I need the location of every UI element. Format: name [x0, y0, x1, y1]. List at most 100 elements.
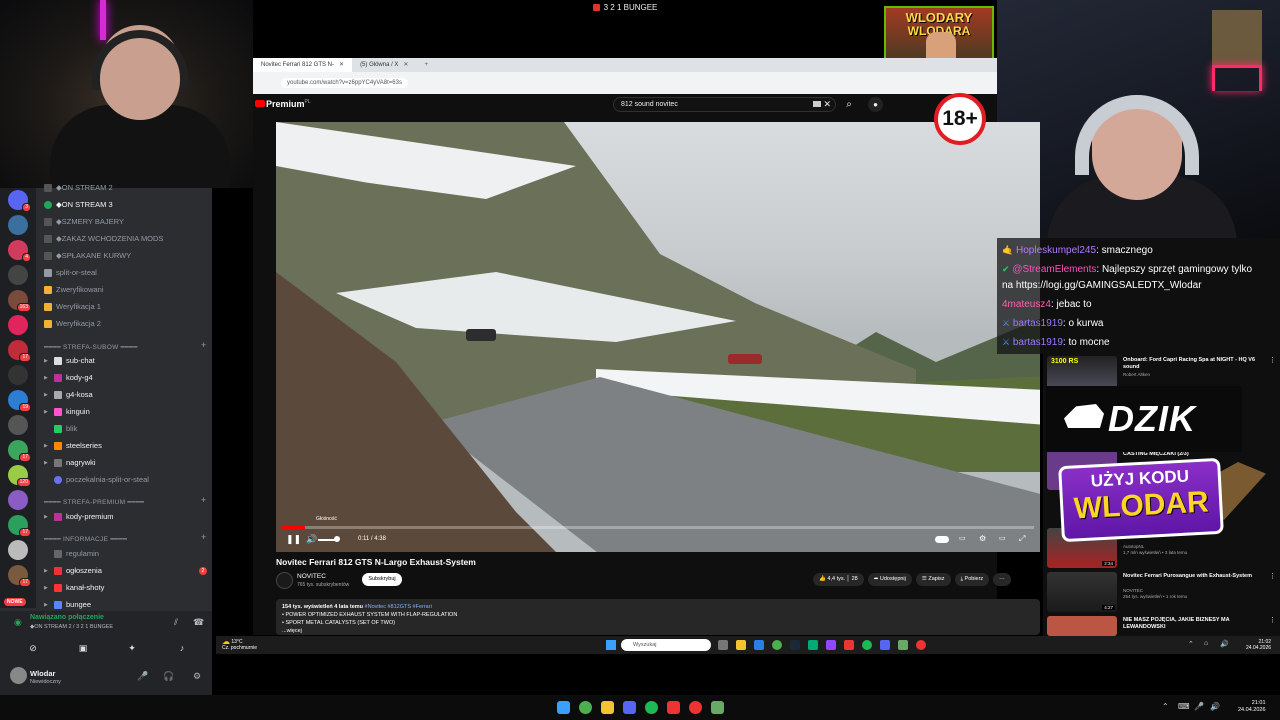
channel-text[interactable]: ▶ nagrywki — [44, 456, 96, 470]
share-button[interactable]: ➦ Udostępnij — [867, 573, 912, 586]
noise-suppression-icon[interactable]: ⫽ — [174, 617, 178, 628]
channel-text[interactable]: ▶ kody-premium — [44, 510, 114, 524]
server-icon[interactable]: 17 — [8, 515, 31, 537]
channel-voice[interactable]: ◆SPŁAKANE KURWY — [44, 249, 131, 263]
gear-icon[interactable]: ⚙ — [193, 671, 201, 682]
windows-start-icon[interactable] — [557, 701, 570, 714]
mic-icon[interactable]: 🎤 — [137, 671, 148, 682]
server-icon[interactable]: 19 — [8, 390, 31, 412]
recommendation-title[interactable]: NIE MASZ POJĘCIA, JAKIE BIZNESY MA LEWAN… — [1123, 617, 1263, 631]
recommendation-item[interactable]: 4:27 Novitec Ferrari Purosangue with Exh… — [1047, 572, 1279, 612]
more-actions-button[interactable]: ⋯ — [993, 573, 1011, 586]
channel-name[interactable]: NOVITEC — [297, 573, 326, 580]
close-icon[interactable]: ✕ — [339, 58, 344, 72]
spotify-icon[interactable] — [862, 640, 872, 650]
headphones-icon[interactable]: 🎧 — [163, 671, 174, 682]
settings-icon[interactable]: ⚙ — [979, 534, 986, 543]
disconnect-icon[interactable]: ☎ — [193, 617, 204, 628]
app-icon[interactable] — [711, 701, 724, 714]
channel-text[interactable]: ▶ steelseries — [44, 439, 102, 453]
channel-voice[interactable]: split-or-steal — [44, 266, 97, 280]
keyboard-icon[interactable]: ⌨ — [1178, 702, 1190, 711]
channel-text[interactable]: ▶ kinguin — [44, 405, 90, 419]
category-strefa-premium[interactable]: ━━━━ STREFA-PREMIUM ━━━━ — [44, 498, 144, 506]
more-icon[interactable]: ⋮ — [1269, 572, 1276, 580]
miniplayer-icon[interactable]: ▭ — [999, 534, 1006, 542]
search-icon[interactable]: ⌕ — [840, 97, 858, 112]
video-thumbnail[interactable]: 4:27 — [1047, 572, 1117, 612]
chrome-icon[interactable] — [772, 640, 782, 650]
save-button[interactable]: ☰ Zapisz — [915, 573, 951, 586]
server-icon[interactable]: 4 — [8, 240, 31, 262]
channel-text[interactable]: ▶ kanał-shoty — [44, 581, 104, 595]
video-player[interactable] — [276, 122, 1040, 552]
fullscreen-icon[interactable]: ⤢ — [1019, 534, 1025, 544]
channel-text[interactable]: ▶ bungee — [44, 598, 91, 612]
server-icon[interactable]: 17 — [8, 440, 31, 462]
category-informacje[interactable]: ━━━━ INFORMACJE ━━━━ — [44, 535, 127, 543]
app-icon[interactable] — [808, 640, 818, 650]
discord-icon[interactable] — [623, 701, 636, 714]
soundboard-icon[interactable]: ♪ — [167, 643, 197, 653]
recommendation-title[interactable]: Onboard: Ford Capri Racing Spa at NIGHT … — [1123, 357, 1263, 371]
plus-icon[interactable]: + — [201, 340, 206, 350]
clock[interactable]: 21:01 24.04.2026 — [1238, 700, 1266, 714]
channel-voice[interactable]: ◆SZMERY BAJERY — [44, 215, 124, 229]
video-description[interactable]: 154 tys. wyświetleń 4 lata temu #Novitec… — [276, 599, 1040, 635]
recommendation-item[interactable]: NIE MASZ POJĘCIA, JAKIE BIZNESY MA LEWAN… — [1047, 616, 1279, 636]
file-explorer-icon[interactable] — [736, 640, 746, 650]
server-icon[interactable] — [8, 540, 28, 560]
chevron-up-icon[interactable]: ⌃ — [1162, 702, 1169, 711]
channel-text[interactable]: regulamin — [44, 547, 99, 561]
chevron-up-icon[interactable]: ⌃ — [1188, 640, 1194, 648]
screen-share-icon[interactable]: ▣ — [68, 643, 98, 654]
spotify-icon[interactable] — [645, 701, 658, 714]
server-icon[interactable] — [8, 215, 28, 235]
download-button[interactable]: ⤓ Pobierz — [954, 573, 990, 586]
more-icon[interactable]: ⋮ — [1269, 616, 1276, 624]
channel-text[interactable]: Zweryfikowani — [44, 283, 104, 297]
channel-voice[interactable]: ◆ZAKAZ WCHODZENIA MODS — [44, 232, 163, 246]
discord-icon[interactable] — [880, 640, 890, 650]
avatar[interactable] — [10, 667, 27, 684]
more-icon[interactable]: ⋮ — [1269, 356, 1276, 364]
channel-voice[interactable]: ◆ON STREAM 2 — [44, 181, 113, 195]
recommendation-title[interactable]: CASTING MIĘCZAKI (2/3) — [1123, 451, 1263, 458]
channel-voice[interactable]: poczekalnia-split-or-steal — [44, 473, 149, 487]
channel-text[interactable]: Weryfikacja 2 — [44, 317, 101, 331]
chrome-icon[interactable] — [579, 701, 592, 714]
description-more[interactable]: ...więcej — [282, 627, 1034, 635]
mic-icon[interactable]: 🎤 — [1194, 702, 1204, 711]
plus-icon[interactable]: + — [201, 532, 206, 542]
network-icon[interactable]: ⌂ — [1204, 640, 1208, 647]
channel-text[interactable]: ▶ g4-kosa — [44, 388, 93, 402]
like-button[interactable]: 👍 4,4 tys. │ 28 — [813, 573, 864, 586]
address-bar[interactable]: youtube.com/watch?v=z6ppYC4yVA8t=63s — [281, 78, 408, 88]
channel-text[interactable]: blik — [44, 422, 77, 436]
channel-avatar[interactable] — [276, 572, 293, 589]
server-icon[interactable]: 163 — [8, 290, 31, 312]
volume-icon[interactable]: 🔊 — [306, 534, 317, 545]
subtitles-icon[interactable]: ▭ — [959, 534, 966, 542]
autoplay-toggle[interactable] — [935, 536, 949, 543]
weather-widget[interactable]: ☁ 13°C Cz. pochmurnie — [222, 638, 257, 652]
channel-voice[interactable]: ◆ON STREAM 3 — [44, 198, 113, 212]
file-explorer-icon[interactable] — [601, 701, 614, 714]
windows-start-icon[interactable] — [606, 640, 616, 650]
channel-text[interactable]: ▶ ogłoszenia — [44, 564, 102, 578]
progress-bar[interactable] — [282, 526, 1034, 529]
subscribe-button[interactable]: Subskrybuj — [362, 573, 402, 586]
server-icon[interactable]: 17 — [8, 340, 31, 362]
app-icon[interactable] — [898, 640, 908, 650]
description-tags[interactable]: #Novitec #812GTS #Ferrari — [365, 604, 432, 610]
channel-text[interactable]: ▶ kody-g4 — [44, 371, 93, 385]
mic-icon[interactable]: ● — [868, 97, 883, 112]
channel-text[interactable]: Weryfikacja 1 — [44, 300, 101, 314]
task-view-icon[interactable] — [718, 640, 728, 650]
server-icon[interactable] — [8, 315, 28, 335]
app-icon[interactable] — [667, 701, 680, 714]
server-icon[interactable] — [8, 490, 28, 510]
clock[interactable]: 21:02 24.04.2026 — [1246, 639, 1271, 651]
browser-icon[interactable] — [754, 640, 764, 650]
server-icon[interactable] — [8, 415, 28, 435]
